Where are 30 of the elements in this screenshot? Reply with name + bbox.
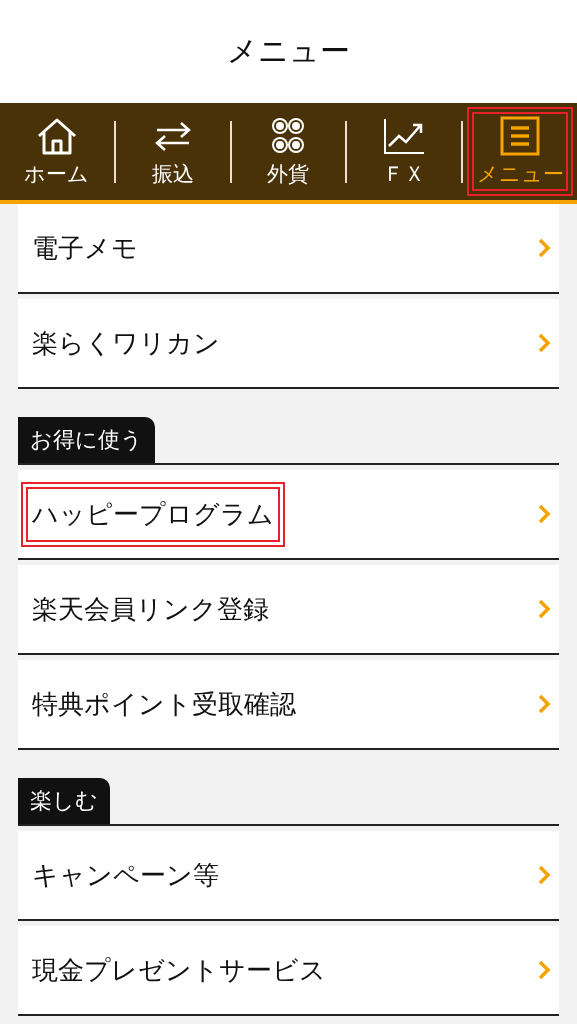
section-heading: お得に使う [18, 417, 155, 463]
menu-item-label: 楽らくワリカン [31, 326, 221, 360]
menu-item-label: 特典ポイント受取確認 [31, 687, 297, 721]
menu-item[interactable]: 電子メモ [18, 204, 559, 294]
menu-item[interactable]: キャンペーン等 [18, 831, 559, 921]
nav-tab[interactable]: ＦＸ [347, 103, 462, 200]
menu-item-label: 現金プレゼントサービス [31, 953, 327, 987]
chevron-icon [537, 332, 551, 354]
nav-tab[interactable]: 外貨 [231, 103, 346, 200]
chevron-icon [537, 503, 551, 525]
chevron-icon [537, 693, 551, 715]
page-title: メニュー [227, 32, 350, 70]
nav-tab[interactable]: ホーム [0, 103, 114, 200]
section-heading: 楽しむ [18, 778, 110, 824]
nav-tab[interactable]: 振込 [115, 103, 230, 200]
menu-item[interactable]: 特典ポイント受取確認 [18, 660, 559, 750]
chevron-icon [537, 864, 551, 886]
menu-item[interactable]: ハッピープログラム [18, 470, 559, 560]
menu-item[interactable]: 現金プレゼントサービス [18, 926, 559, 1016]
chevron-icon [537, 237, 551, 259]
menu-item[interactable]: 楽天会員リンク登録 [18, 565, 559, 655]
chevron-icon [537, 598, 551, 620]
menu-item-label: 電子メモ [31, 231, 139, 265]
menu-icon [498, 115, 543, 156]
menu-item-label: キャンペーン等 [31, 858, 220, 892]
nav-tab[interactable]: メニュー [463, 103, 577, 200]
menu-item[interactable]: 楽らくワリカン [18, 299, 559, 389]
chevron-icon [537, 959, 551, 981]
menu-item-label: 楽天会員リンク登録 [31, 592, 270, 626]
menu-item-label: ハッピープログラム [21, 481, 285, 547]
